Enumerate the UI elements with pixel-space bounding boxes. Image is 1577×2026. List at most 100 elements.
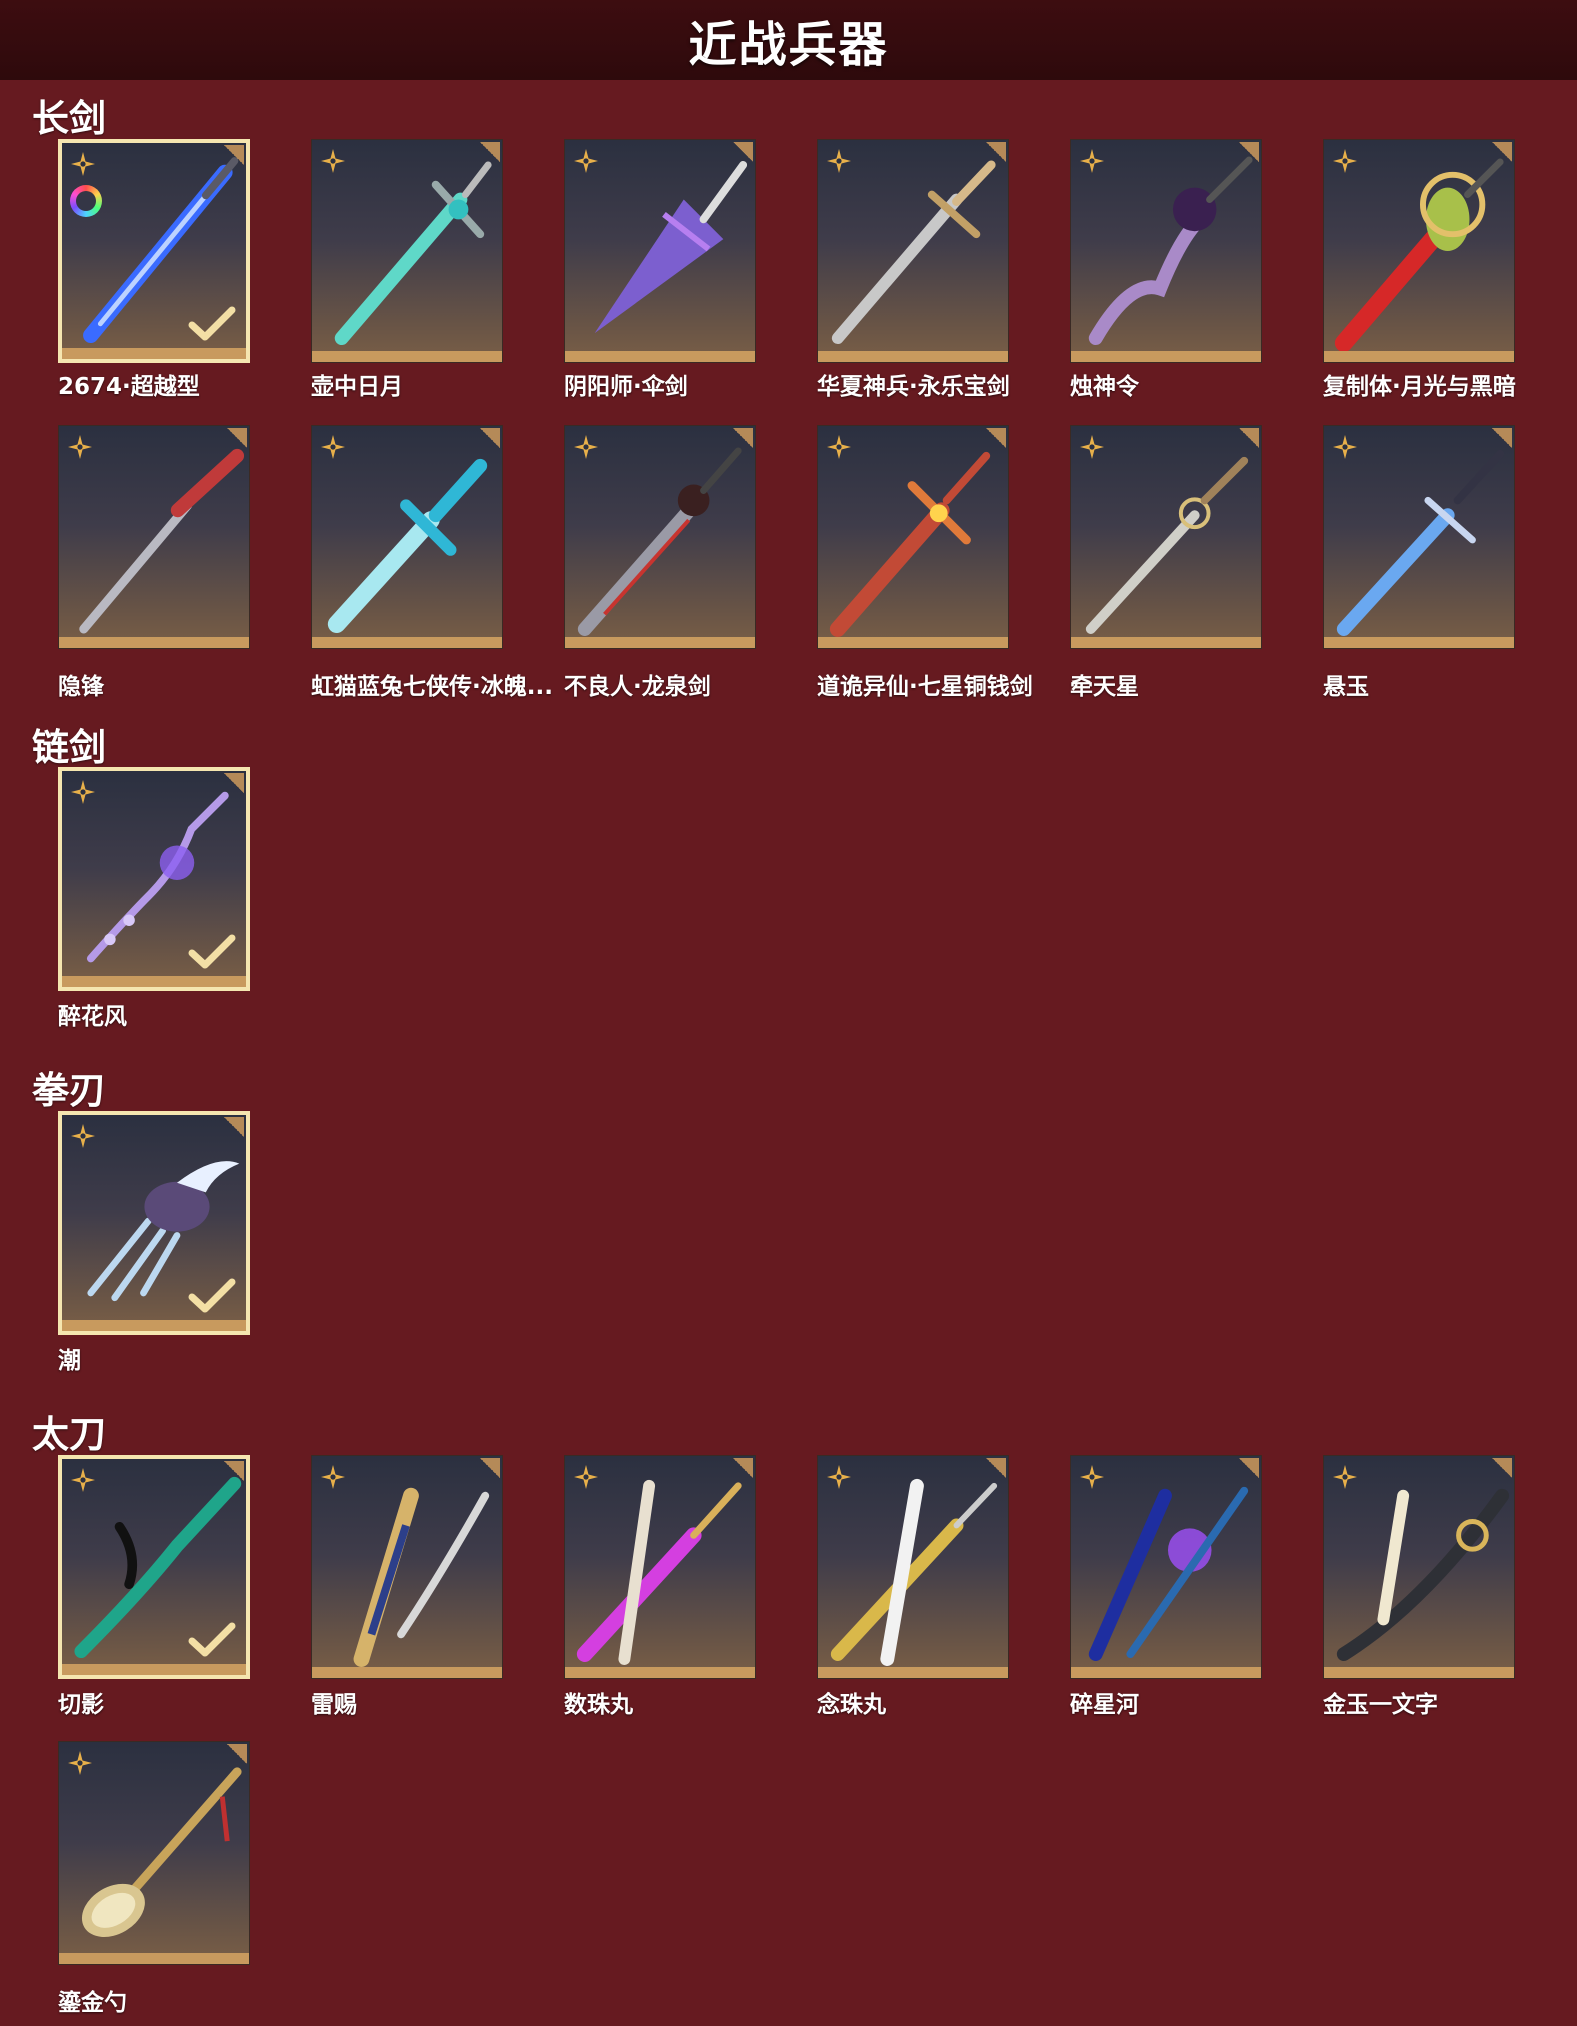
weapon-name: 念珠丸: [817, 1692, 886, 1718]
checkmark-icon: [188, 305, 236, 343]
card-strip: [62, 348, 246, 359]
corner-mark: [733, 1458, 753, 1478]
weapon-card-equipped[interactable]: [58, 767, 250, 991]
four-point-star-icon: [320, 1464, 346, 1490]
weapon-card[interactable]: [564, 425, 756, 649]
corner-mark: [224, 773, 244, 793]
weapon-card[interactable]: [1323, 425, 1515, 649]
corner-mark: [986, 142, 1006, 162]
weapon-card[interactable]: [311, 425, 503, 649]
four-point-star-icon: [1332, 148, 1358, 174]
card-strip: [818, 637, 1008, 648]
weapon-name: 阴阳师·伞剑: [564, 374, 688, 400]
section-title-longsword: 长剑: [32, 97, 106, 140]
weapon-name: 华夏神兵·永乐宝剑: [817, 374, 1010, 400]
card-strip: [818, 1667, 1008, 1678]
card-strip: [59, 1953, 249, 1964]
weapon-card[interactable]: [1323, 1455, 1515, 1679]
corner-mark: [224, 1461, 244, 1481]
card-strip: [312, 637, 502, 648]
weapon-name: 潮: [58, 1348, 81, 1374]
four-point-star-icon: [1332, 434, 1358, 460]
weapon-name: 虹猫蓝兔七侠传·冰魄...: [311, 674, 553, 700]
weapon-name: 切影: [58, 1692, 104, 1718]
corner-mark: [1492, 1458, 1512, 1478]
weapon-name: 壶中日月: [311, 374, 403, 400]
card-strip: [1324, 1667, 1514, 1678]
four-point-star-icon: [1079, 148, 1105, 174]
weapon-card[interactable]: [1070, 139, 1262, 363]
weapon-card[interactable]: [1323, 139, 1515, 363]
checkmark-icon: [188, 933, 236, 971]
corner-mark: [1239, 142, 1259, 162]
weapon-name: 金玉一文字: [1323, 1692, 1438, 1718]
corner-mark: [480, 1458, 500, 1478]
card-strip: [1071, 351, 1261, 362]
corner-mark: [224, 145, 244, 165]
card-strip: [62, 976, 246, 987]
corner-mark: [224, 1117, 244, 1137]
four-point-star-icon: [573, 148, 599, 174]
section-title-fist-blade: 拳刃: [32, 1069, 106, 1112]
corner-mark: [733, 428, 753, 448]
weapon-card-equipped[interactable]: [58, 1455, 250, 1679]
corner-mark: [986, 428, 1006, 448]
weapon-name: 鎏金勺: [58, 1990, 127, 2016]
weapon-card[interactable]: [817, 1455, 1009, 1679]
weapon-name: 雷赐: [311, 1692, 357, 1718]
four-point-star-icon: [320, 148, 346, 174]
weapon-card-2674[interactable]: [58, 139, 250, 363]
four-point-star-icon: [1332, 1464, 1358, 1490]
weapon-card[interactable]: [817, 139, 1009, 363]
corner-mark: [480, 428, 500, 448]
four-point-star-icon: [70, 151, 96, 177]
weapon-card[interactable]: [58, 1741, 250, 1965]
card-strip: [62, 1664, 246, 1675]
four-point-star-icon: [67, 1750, 93, 1776]
weapon-card[interactable]: [817, 425, 1009, 649]
card-strip: [1071, 637, 1261, 648]
four-point-star-icon: [573, 1464, 599, 1490]
weapon-name: 道诡异仙·七星铜钱剑: [817, 674, 1033, 700]
weapon-card[interactable]: [311, 1455, 503, 1679]
weapon-name: 悬玉: [1323, 674, 1369, 700]
weapon-card[interactable]: [564, 1455, 756, 1679]
weapon-card[interactable]: [311, 139, 503, 363]
checkmark-icon: [188, 1277, 236, 1315]
four-point-star-icon: [826, 1464, 852, 1490]
section-title-tachi: 太刀: [32, 1413, 106, 1456]
weapon-name: 不良人·龙泉剑: [564, 674, 711, 700]
weapon-card[interactable]: [1070, 425, 1262, 649]
weapon-card[interactable]: [58, 425, 250, 649]
weapon-name: 牵天星: [1070, 674, 1139, 700]
weapon-card[interactable]: [564, 139, 756, 363]
weapon-name: 数珠丸: [564, 1692, 633, 1718]
corner-mark: [1239, 1458, 1259, 1478]
color-ring-icon: [70, 185, 102, 217]
weapon-card-equipped[interactable]: [58, 1111, 250, 1335]
four-point-star-icon: [826, 434, 852, 460]
weapon-name: 2674·超越型: [58, 374, 200, 400]
corner-mark: [1239, 428, 1259, 448]
card-strip: [818, 351, 1008, 362]
card-strip: [312, 351, 502, 362]
weapon-name: 烛神令: [1070, 374, 1139, 400]
corner-mark: [227, 1744, 247, 1764]
corner-mark: [227, 428, 247, 448]
corner-mark: [480, 142, 500, 162]
corner-mark: [986, 1458, 1006, 1478]
four-point-star-icon: [826, 148, 852, 174]
card-strip: [565, 351, 755, 362]
page-title: 近战兵器: [688, 17, 889, 73]
four-point-star-icon: [70, 779, 96, 805]
card-strip: [565, 637, 755, 648]
corner-mark: [1492, 428, 1512, 448]
card-strip: [312, 1667, 502, 1678]
weapon-name: 碎星河: [1070, 1692, 1139, 1718]
weapon-card[interactable]: [1070, 1455, 1262, 1679]
section-title-chain-sword: 链剑: [32, 726, 106, 769]
four-point-star-icon: [70, 1123, 96, 1149]
card-strip: [62, 1320, 246, 1331]
card-strip: [1324, 351, 1514, 362]
card-strip: [1324, 637, 1514, 648]
